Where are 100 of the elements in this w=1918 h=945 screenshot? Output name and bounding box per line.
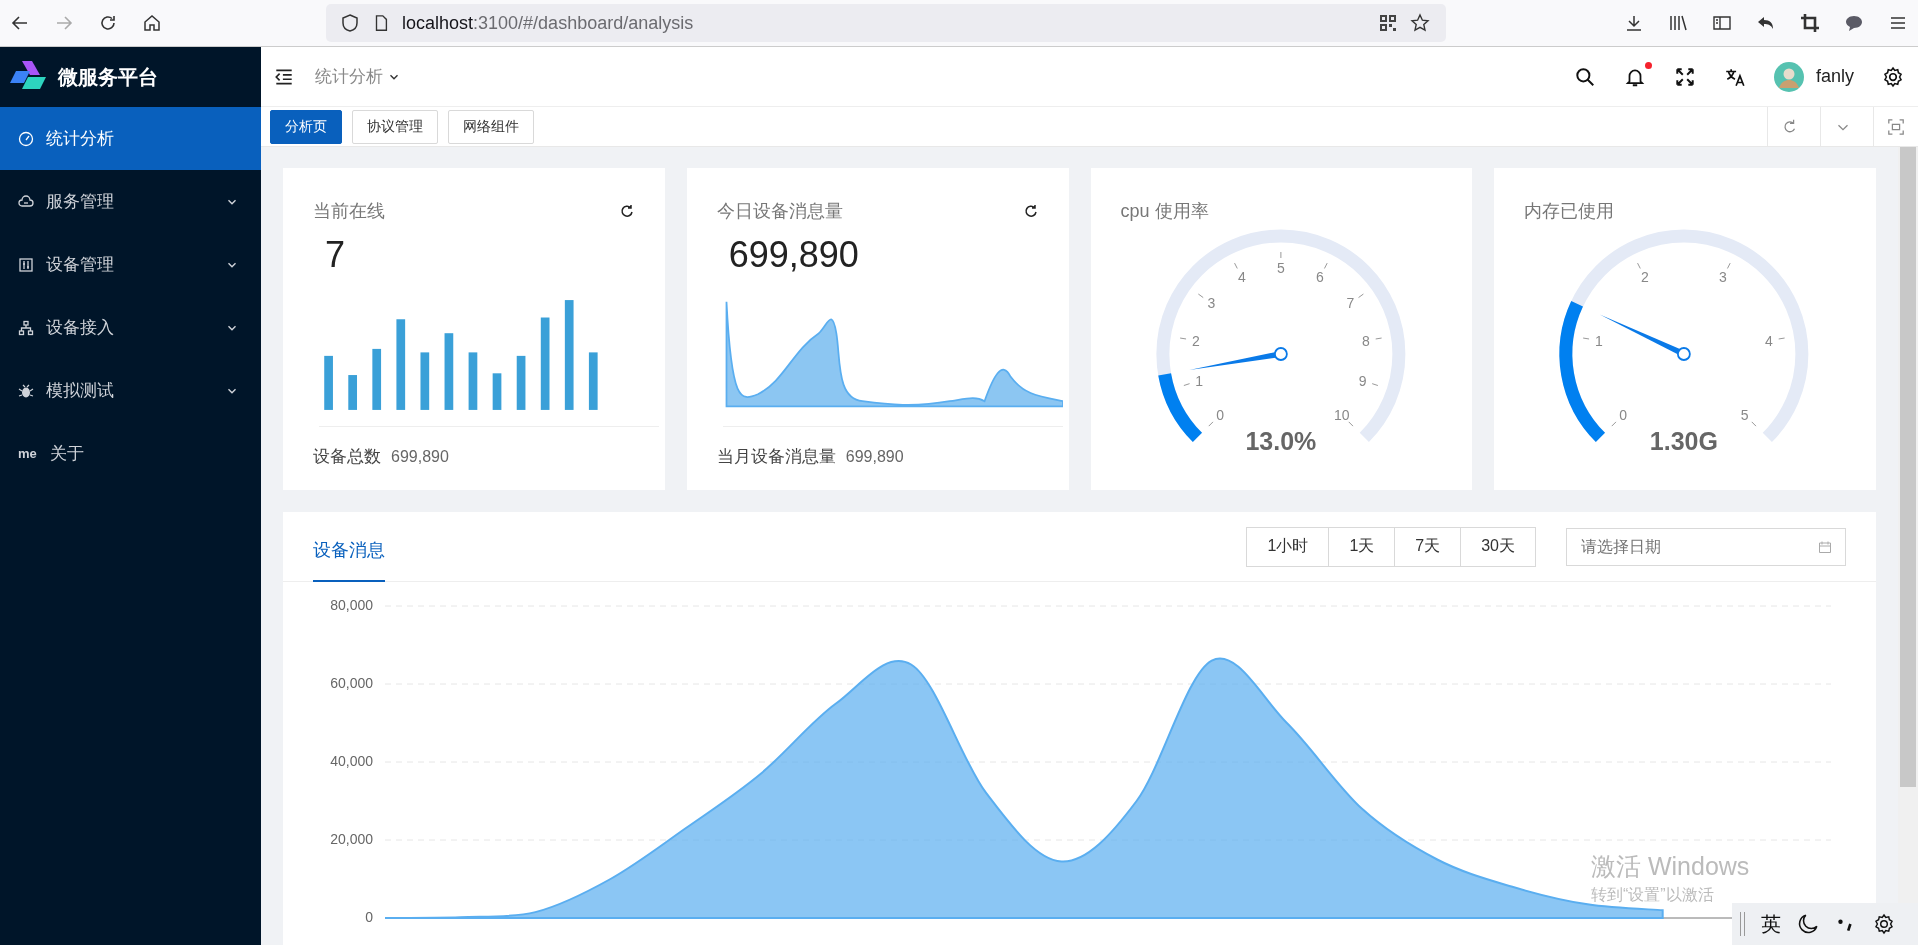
bar xyxy=(348,375,357,410)
tick-mark xyxy=(1197,293,1204,299)
range-button[interactable]: 7天 xyxy=(1394,526,1462,567)
page-tab[interactable]: 分析页 xyxy=(270,109,342,144)
bar xyxy=(588,352,598,410)
cloud-icon xyxy=(18,193,34,210)
search-icon[interactable] xyxy=(1573,65,1596,88)
gauge-icon xyxy=(18,130,34,147)
shield-icon[interactable] xyxy=(340,13,360,33)
bar xyxy=(468,352,478,410)
y-axis-label: 60,000 xyxy=(330,675,373,691)
fullscreen-icon[interactable] xyxy=(1673,65,1696,88)
gauge-reading: 13.0% xyxy=(1244,427,1316,455)
chat-bubble-icon[interactable] xyxy=(1844,13,1864,33)
refresh-icon[interactable] xyxy=(618,203,635,219)
tick-mark xyxy=(1751,421,1757,427)
tick-mark xyxy=(1323,262,1328,269)
footer-value: 699,890 xyxy=(391,447,449,466)
tick-mark xyxy=(1778,337,1786,340)
address-bar[interactable]: localhost:3100/#/dashboard/analysis xyxy=(326,4,1446,42)
activation-title: 激活 Windows xyxy=(1591,851,1750,882)
home-icon[interactable] xyxy=(142,13,162,33)
ime-mode[interactable]: 英 xyxy=(1761,910,1781,938)
needle-hub xyxy=(1677,347,1692,361)
stat-value: 699,890 xyxy=(727,233,860,277)
tick-label: 7 xyxy=(1346,295,1354,312)
library-icon[interactable] xyxy=(1668,13,1688,33)
footer-label: 当月设备消息量 xyxy=(716,446,836,468)
tick-mark xyxy=(1374,337,1382,340)
tick-mark xyxy=(1582,337,1590,340)
tick-label: 2 xyxy=(1641,269,1649,286)
tick-mark xyxy=(1611,421,1617,427)
tick-label: 4 xyxy=(1237,269,1246,286)
sidebar-item[interactable]: 设备接入 xyxy=(0,296,261,359)
range-button[interactable]: 30天 xyxy=(1460,526,1536,567)
tick-mark xyxy=(1727,262,1731,269)
moon-icon[interactable] xyxy=(1797,913,1819,935)
date-picker[interactable]: 请选择日期 xyxy=(1566,527,1846,566)
activation-hint: 转到“设置”以激活 xyxy=(1591,885,1715,905)
bug-icon xyxy=(18,382,34,399)
tick-label: 0 xyxy=(1215,406,1224,423)
expand-icon[interactable] xyxy=(1887,117,1905,136)
sidebar-item[interactable]: me 关于 xyxy=(0,422,261,485)
tick-label: 1 xyxy=(1194,372,1203,389)
calendar-icon xyxy=(1818,539,1832,554)
tick-label: 3 xyxy=(1719,269,1728,286)
tick-label: 5 xyxy=(1741,406,1749,423)
bar xyxy=(516,355,526,410)
user-name[interactable]: fanly xyxy=(1815,66,1854,87)
chart-tab[interactable]: 设备消息 xyxy=(313,512,385,582)
tick-label: 1 xyxy=(1595,332,1604,349)
sliders-icon xyxy=(18,256,34,273)
sidebar-item[interactable]: 服务管理 xyxy=(0,170,261,233)
tick-mark xyxy=(1637,262,1642,269)
card-title: cpu 使用率 xyxy=(1120,200,1210,223)
tick-label: 3 xyxy=(1206,295,1215,312)
refresh-icon[interactable] xyxy=(1022,203,1039,219)
app-title: 微服务平台 xyxy=(58,64,158,90)
range-button[interactable]: 1天 xyxy=(1328,526,1396,567)
tick-mark xyxy=(1371,383,1378,386)
footer-label: 设备总数 xyxy=(313,446,381,468)
reload-icon[interactable] xyxy=(98,13,118,33)
bar xyxy=(324,355,333,410)
y-axis-label: 40,000 xyxy=(330,753,373,769)
needle-hub xyxy=(1273,347,1288,361)
page-tab[interactable]: 协议管理 xyxy=(352,109,438,144)
tick-label: 5 xyxy=(1276,260,1285,276)
tick-label: 4 xyxy=(1765,332,1773,349)
bar xyxy=(492,373,502,410)
sidebar-icon[interactable] xyxy=(1712,13,1732,33)
star-icon[interactable] xyxy=(1410,13,1430,33)
tick-label: 9 xyxy=(1358,372,1367,389)
page-tab[interactable]: 网络组件 xyxy=(448,109,534,144)
qr-code-icon[interactable] xyxy=(1378,13,1398,33)
download-icon[interactable] xyxy=(1624,13,1644,33)
breadcrumb[interactable]: 统计分析 xyxy=(315,65,401,88)
stat-value: 7 xyxy=(324,233,347,277)
tick-mark xyxy=(1182,383,1190,386)
url-text: localhost:3100/#/dashboard/analysis xyxy=(402,12,694,34)
card-title: 内存已使用 xyxy=(1524,200,1616,223)
tick-mark xyxy=(1347,421,1353,427)
card-title: 当前在线 xyxy=(313,200,386,223)
settings-icon[interactable] xyxy=(1882,65,1904,88)
bar xyxy=(372,348,382,410)
y-axis-label: 20,000 xyxy=(330,831,373,847)
crop-icon[interactable] xyxy=(1800,13,1820,33)
bar xyxy=(420,352,430,410)
card-title: 今日设备消息量 xyxy=(716,200,844,223)
network-icon xyxy=(18,319,34,336)
sidebar-item[interactable]: 统计分析 xyxy=(0,107,261,170)
tick-mark xyxy=(1233,262,1238,269)
tick-label: 10 xyxy=(1333,406,1349,423)
tick-label: 0 xyxy=(1619,406,1628,423)
sidebar-item[interactable]: 模拟测试 xyxy=(0,359,261,422)
tick-mark xyxy=(1207,421,1213,427)
tick-mark xyxy=(1357,293,1364,299)
gauge-reading: 1.30G xyxy=(1650,427,1719,455)
range-button[interactable]: 1小时 xyxy=(1246,526,1330,567)
sidebar-item[interactable]: 设备管理 xyxy=(0,233,261,296)
settings-icon[interactable] xyxy=(1873,913,1895,935)
